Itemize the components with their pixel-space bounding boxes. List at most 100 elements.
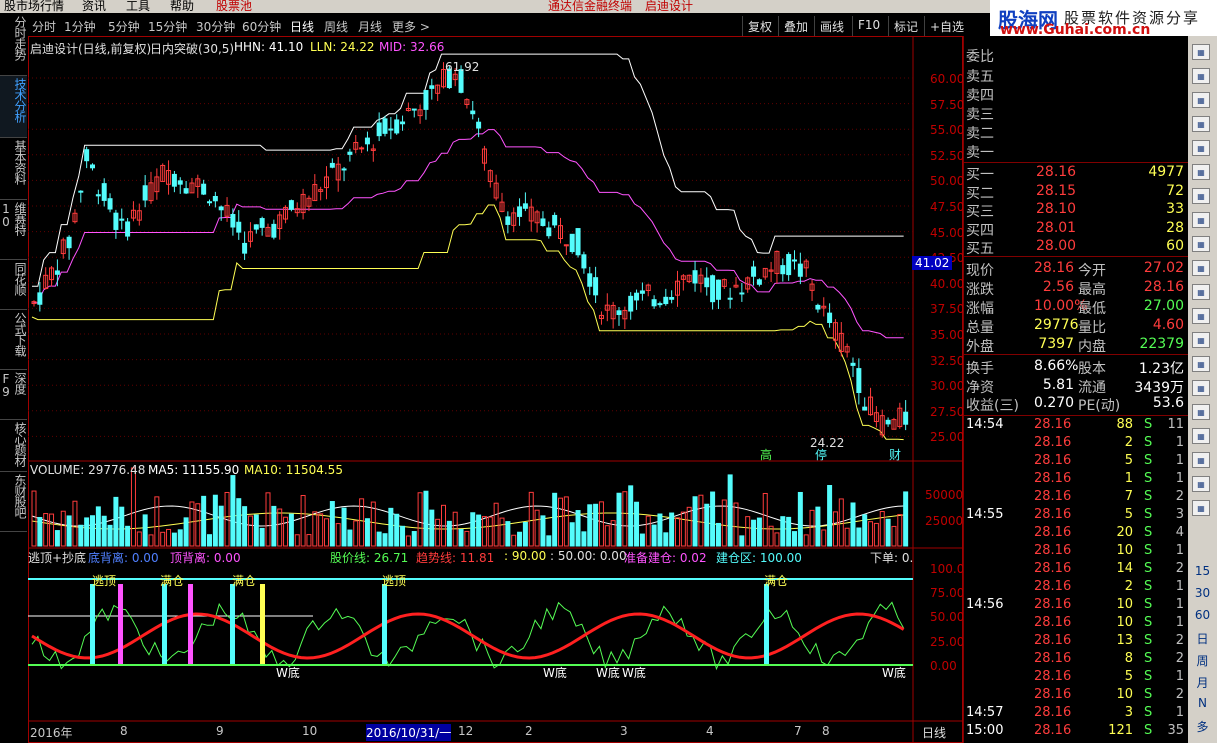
osc-90: : 90.00 — [504, 549, 547, 563]
menu-tools[interactable]: 工具 — [126, 0, 150, 13]
period-shortcut[interactable]: 日 — [1188, 630, 1217, 647]
f10-button[interactable]: F10 — [852, 16, 885, 36]
chart-canvas[interactable] — [28, 36, 963, 743]
toolbar-shortcut-icon[interactable]: ▦ — [1192, 260, 1210, 276]
tick-row[interactable]: 28.16 10 S 1 — [964, 543, 1186, 561]
period-shortcut[interactable]: 周 — [1188, 652, 1217, 669]
period-shortcut[interactable]: 月 — [1188, 674, 1217, 691]
toolbar-shortcut-icon[interactable]: ▦ — [1192, 452, 1210, 468]
tick-row[interactable]: 14:55 28.16 5 S 3 — [964, 507, 1186, 525]
price-axis-label: 32.50 — [930, 353, 965, 368]
side-tab-weisaite[interactable]: 维赛特10 — [0, 200, 27, 260]
side-tab-formula[interactable]: 公式下载 — [0, 310, 27, 370]
toolbar-shortcut-icon[interactable]: ▦ — [1192, 116, 1210, 132]
buy-level-row[interactable]: 买四 28.01 28 — [964, 220, 1186, 239]
toolbar-shortcut-icon[interactable]: ▦ — [1192, 212, 1210, 228]
toolbar-shortcut-icon[interactable]: ▦ — [1192, 428, 1210, 444]
tick-row[interactable]: 28.16 2 S 1 — [964, 435, 1186, 453]
toolbar-shortcut-icon[interactable]: ▦ — [1192, 92, 1210, 108]
side-tab-guba[interactable]: 东财股吧 — [0, 472, 27, 532]
toolbar-shortcut-icon[interactable]: ▦ — [1192, 380, 1210, 396]
side-tab-theme[interactable]: 核心题材 — [0, 420, 27, 472]
menu-news[interactable]: 资讯 — [82, 0, 106, 13]
tick-row[interactable]: 28.16 10 S 2 — [964, 687, 1186, 705]
period-30min[interactable]: 30分钟 — [196, 18, 235, 35]
toolbar-shortcut-icon[interactable]: ▦ — [1192, 68, 1210, 84]
period-daily[interactable]: 日线 — [290, 18, 314, 35]
volume-bar — [347, 529, 353, 547]
toolbar-shortcut-icon[interactable]: ▦ — [1192, 140, 1210, 156]
tick-row[interactable]: 28.16 1 S 1 — [964, 471, 1186, 489]
sell-level-row[interactable]: 卖三 — [964, 104, 1186, 123]
candle-down — [376, 122, 382, 137]
period-monthly[interactable]: 月线 — [358, 18, 382, 35]
volume-bar — [329, 501, 335, 547]
period-shortcut[interactable]: 30 — [1188, 586, 1217, 600]
toolbar-shortcut-icon[interactable]: ▦ — [1192, 164, 1210, 180]
toolbar-shortcut-icon[interactable]: ▦ — [1192, 356, 1210, 372]
toolbar-shortcut-icon[interactable]: ▦ — [1192, 476, 1210, 492]
toolbar-shortcut-icon[interactable]: ▦ — [1192, 44, 1210, 60]
date-axis-period[interactable]: 日线 — [922, 724, 946, 741]
period-shortcut[interactable]: 60 — [1188, 608, 1217, 622]
mark-button[interactable]: 标记 — [888, 16, 923, 36]
event-halt[interactable]: 停 — [815, 446, 827, 463]
menu-help[interactable]: 帮助 — [170, 0, 194, 13]
period-5min[interactable]: 5分钟 — [108, 18, 140, 35]
period-1min[interactable]: 1分钟 — [64, 18, 96, 35]
buy-level-row[interactable]: 买二 28.15 72 — [964, 183, 1186, 202]
sell-level-row[interactable]: 卖五 — [964, 66, 1186, 85]
period-60min[interactable]: 60分钟 — [242, 18, 281, 35]
buy-level-row[interactable]: 买三 28.10 33 — [964, 201, 1186, 220]
overlay-button[interactable]: 叠加 — [778, 16, 813, 36]
sell-level-row[interactable]: 卖一 — [964, 142, 1186, 161]
tick-row[interactable]: 14:56 28.16 10 S 1 — [964, 597, 1186, 615]
toolbar-shortcut-icon[interactable]: ▦ — [1192, 332, 1210, 348]
buy-level-row[interactable]: 买五 28.00 60 — [964, 238, 1186, 257]
tick-row[interactable]: 28.16 5 S 1 — [964, 453, 1186, 471]
tick-row[interactable]: 28.16 20 S 4 — [964, 525, 1186, 543]
toolbar-shortcut-icon[interactable]: ▦ — [1192, 188, 1210, 204]
add-watch-button[interactable]: +自选 — [924, 16, 969, 36]
tick-row[interactable]: 14:54 28.16 88 S 11 — [964, 417, 1186, 435]
toolbar-shortcut-icon[interactable]: ▦ — [1192, 500, 1210, 516]
period-15min[interactable]: 15分钟 — [148, 18, 187, 35]
period-shortcut[interactable]: 15 — [1188, 564, 1217, 578]
sell-level-row[interactable]: 卖二 — [964, 123, 1186, 142]
sell-level-row[interactable]: 卖四 — [964, 85, 1186, 104]
tick-row[interactable]: 28.16 8 S 2 — [964, 651, 1186, 669]
menu-market[interactable]: 股市场行情 — [4, 0, 64, 13]
side-tab-technical[interactable]: 技术分析 — [0, 76, 27, 138]
candle-up — [359, 147, 365, 150]
tick-row[interactable]: 14:57 28.16 3 S 1 — [964, 705, 1186, 723]
toolbar-shortcut-icon[interactable]: ▦ — [1192, 308, 1210, 324]
tick-price: 28.16 — [1034, 705, 1072, 720]
menu-stock-pool[interactable]: 股票池 — [216, 0, 252, 13]
side-tab-intraday[interactable]: 分时走势 — [0, 14, 27, 76]
event-high[interactable]: 高 — [760, 446, 772, 463]
side-tab-tonghuashun[interactable]: 同花顺 — [0, 260, 27, 310]
tick-row[interactable]: 28.16 14 S 2 — [964, 561, 1186, 579]
tick-row[interactable]: 28.16 13 S 2 — [964, 633, 1186, 651]
tick-row[interactable]: 28.16 10 S 1 — [964, 615, 1186, 633]
side-tab-depth[interactable]: 深度F9 — [0, 370, 27, 420]
toolbar-shortcut-icon[interactable]: ▦ — [1192, 404, 1210, 420]
toolbar-shortcut-icon[interactable]: ▦ — [1192, 236, 1210, 252]
tick-price: 28.16 — [1034, 651, 1072, 666]
buy-level-row[interactable]: 买一 28.16 4977 — [964, 164, 1186, 183]
event-finance[interactable]: 财 — [889, 446, 901, 463]
period-intraday[interactable]: 分时 — [32, 18, 56, 35]
tick-row[interactable]: 28.16 2 S 1 — [964, 579, 1186, 597]
fuquan-button[interactable]: 复权 — [742, 16, 777, 36]
tick-row[interactable]: 28.16 7 S 2 — [964, 489, 1186, 507]
period-shortcut[interactable]: N — [1188, 696, 1217, 710]
period-weekly[interactable]: 周线 — [324, 18, 348, 35]
draw-button[interactable]: 画线 — [814, 16, 849, 36]
tick-count: 1 — [1175, 543, 1184, 558]
period-more[interactable]: 更多 > — [392, 18, 430, 35]
period-shortcut[interactable]: 多 — [1188, 718, 1217, 735]
tick-row[interactable]: 28.16 5 S 1 — [964, 669, 1186, 687]
toolbar-shortcut-icon[interactable]: ▦ — [1192, 284, 1210, 300]
side-tab-fundamentals[interactable]: 基本资料 — [0, 138, 27, 200]
tick-row[interactable]: 15:00 28.16 121 S 35 — [964, 723, 1186, 741]
